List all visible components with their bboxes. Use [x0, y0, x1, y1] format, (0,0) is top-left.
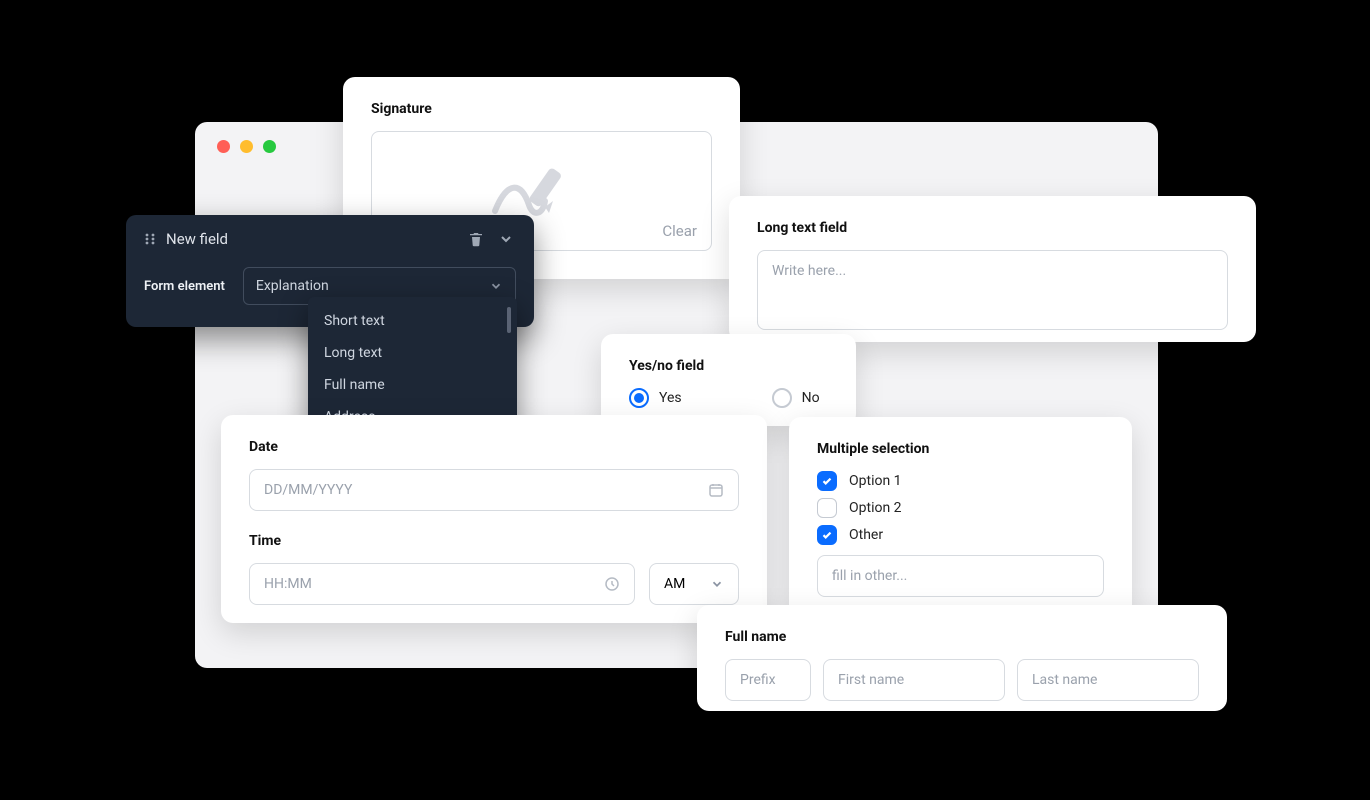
signature-pen-icon [487, 161, 597, 221]
datetime-card: Date Time AM [221, 415, 767, 623]
multiple-selection-title: Multiple selection [817, 441, 1104, 457]
time-input-wrapper [249, 563, 635, 605]
checkbox-label: Option 1 [849, 473, 902, 489]
lastname-input-wrapper [1017, 659, 1199, 701]
signature-clear-button[interactable]: Clear [662, 222, 697, 240]
longtext-title: Long text field [757, 220, 1228, 236]
checkbox-label: Other [849, 527, 883, 543]
other-input[interactable] [832, 568, 1089, 584]
ampm-value: AM [664, 576, 685, 592]
calendar-icon[interactable] [708, 482, 724, 498]
yesno-card: Yes/no field Yes No [601, 334, 856, 426]
close-icon[interactable] [217, 140, 230, 153]
delete-field-button[interactable] [466, 229, 486, 249]
other-input-wrapper [817, 555, 1104, 597]
form-element-selected: Explanation [256, 278, 329, 294]
minimize-icon[interactable] [240, 140, 253, 153]
drag-handle-icon[interactable] [144, 232, 156, 246]
ampm-select[interactable]: AM [649, 563, 739, 605]
yesno-title: Yes/no field [629, 358, 828, 374]
form-element-label: Form element [144, 279, 225, 294]
radio-label: No [802, 390, 820, 406]
fullname-title: Full name [725, 629, 1199, 645]
longtext-input[interactable] [757, 250, 1228, 330]
clock-icon[interactable] [604, 576, 620, 592]
radio-icon [629, 388, 649, 408]
window-traffic-lights [217, 140, 276, 153]
chevron-down-icon [498, 231, 514, 247]
radio-no[interactable]: No [772, 388, 820, 408]
dropdown-option[interactable]: Full name [308, 369, 517, 401]
fullname-card: Full name [697, 605, 1227, 711]
longtext-card: Long text field [729, 196, 1256, 342]
time-label: Time [249, 533, 739, 549]
checkbox-label: Option 2 [849, 500, 902, 516]
collapse-field-button[interactable] [496, 229, 516, 249]
checkbox-option-1[interactable]: Option 1 [817, 471, 1104, 491]
prefix-input[interactable] [740, 672, 796, 688]
maximize-icon[interactable] [263, 140, 276, 153]
date-label: Date [249, 439, 739, 455]
firstname-input-wrapper [823, 659, 1005, 701]
chevron-down-icon [489, 279, 503, 293]
chevron-down-icon [710, 577, 724, 591]
checkbox-option-2[interactable]: Option 2 [817, 498, 1104, 518]
date-input-wrapper [249, 469, 739, 511]
radio-label: Yes [659, 390, 682, 406]
trash-icon [468, 231, 484, 247]
date-input[interactable] [264, 482, 724, 498]
dropdown-option[interactable]: Long text [308, 337, 517, 369]
checkbox-icon [817, 525, 837, 545]
signature-title: Signature [371, 101, 712, 117]
new-field-title: New field [166, 230, 228, 248]
lastname-input[interactable] [1032, 672, 1184, 688]
checkbox-other[interactable]: Other [817, 525, 1104, 545]
scrollbar[interactable] [507, 307, 511, 333]
multiple-selection-card: Multiple selection Option 1 Option 2 Oth… [789, 417, 1132, 607]
checkbox-icon [817, 471, 837, 491]
radio-yes[interactable]: Yes [629, 388, 682, 408]
checkbox-icon [817, 498, 837, 518]
firstname-input[interactable] [838, 672, 990, 688]
radio-icon [772, 388, 792, 408]
dropdown-option[interactable]: Short text [308, 305, 517, 337]
time-input[interactable] [264, 576, 620, 592]
prefix-input-wrapper [725, 659, 811, 701]
